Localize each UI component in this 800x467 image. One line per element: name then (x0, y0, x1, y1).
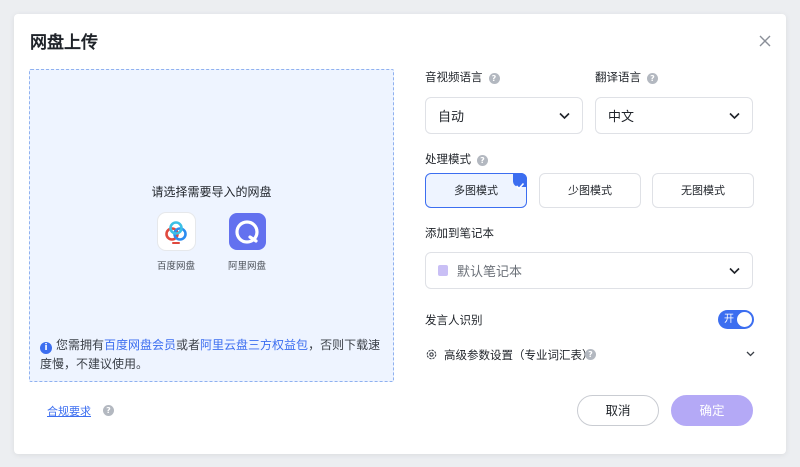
toggle-label: 开 (724, 314, 734, 325)
advanced-settings-row[interactable]: 高级参数设置（专业词汇表） ? (425, 345, 755, 365)
toggle-knob (737, 312, 752, 327)
cancel-button[interactable]: 取消 (577, 395, 659, 426)
baidu-membership-link[interactable]: 百度网盘会员 (104, 338, 176, 352)
chevron-down-icon (729, 267, 740, 275)
provider-aliyun-drive[interactable]: 阿里网盘 (217, 213, 277, 272)
compliance-link[interactable]: 合规要求 (47, 403, 91, 419)
notebook-label: 添加到笔记本 (425, 226, 494, 240)
help-icon[interactable]: ? (585, 349, 596, 360)
translate-lang-select[interactable]: 中文 (595, 97, 753, 134)
audio-lang-value: 自动 (438, 110, 465, 125)
chevron-down-icon (746, 351, 755, 357)
membership-notice: i 您需拥有百度网盘会员或者阿里云盘三方权益包，否则下载速度慢，不建议使用。 (40, 336, 383, 374)
process-mode-label: 处理模式? (425, 151, 488, 167)
help-icon[interactable]: ? (477, 155, 488, 166)
close-icon[interactable] (758, 34, 772, 48)
provider-label: 百度网盘 (156, 261, 195, 272)
chevron-down-icon (729, 112, 740, 120)
help-icon[interactable]: ? (647, 73, 658, 84)
picker-prompt: 请选择需要导入的网盘 (151, 185, 272, 199)
netdisk-upload-dialog: 网盘上传 请选择需要导入的网盘 百度网盘 阿里网盘 i 您需拥有百度网盘会员或者… (14, 14, 786, 454)
baidu-netdisk-logo (157, 213, 195, 250)
aliyun-drive-logo (228, 213, 266, 250)
audio-lang-select[interactable]: 自动 (425, 97, 583, 134)
notice-text: 您需拥有 (56, 338, 105, 352)
speaker-label: 发言人识别 (425, 313, 483, 327)
dialog-title: 网盘上传 (30, 33, 98, 53)
audio-lang-label: 音视频语言? (425, 69, 500, 85)
aliyun-benefit-link[interactable]: 阿里云盘三方权益包 (200, 338, 308, 352)
notebook-value: 默认笔记本 (457, 265, 523, 280)
translate-lang-value: 中文 (608, 110, 635, 125)
provider-label: 阿里网盘 (227, 261, 266, 272)
notebook-icon (438, 265, 448, 276)
info-icon: i (40, 342, 52, 354)
help-icon[interactable]: ? (488, 73, 500, 84)
notice-text: 或者 (176, 338, 201, 352)
translate-lang-label: 翻译语言? (595, 69, 658, 85)
mode-few-image[interactable]: 少图模式 (539, 173, 641, 208)
provider-baidu-netdisk[interactable]: 百度网盘 (146, 213, 206, 272)
check-icon (513, 173, 527, 190)
help-icon[interactable]: ? (103, 405, 114, 416)
speaker-toggle[interactable]: 开 (718, 310, 754, 329)
confirm-button[interactable]: 确定 (671, 395, 753, 426)
netdisk-picker: 请选择需要导入的网盘 百度网盘 阿里网盘 i 您需拥有百度网盘会员或者阿里云盘三… (29, 69, 394, 382)
notebook-select[interactable]: 默认笔记本 (425, 252, 753, 289)
mode-multi-image[interactable]: 多图模式 (425, 173, 527, 208)
advanced-settings-label: 高级参数设置（专业词汇表） (444, 348, 594, 362)
gear-icon (426, 349, 437, 360)
chevron-down-icon (559, 112, 570, 120)
mode-no-image[interactable]: 无图模式 (652, 173, 754, 208)
